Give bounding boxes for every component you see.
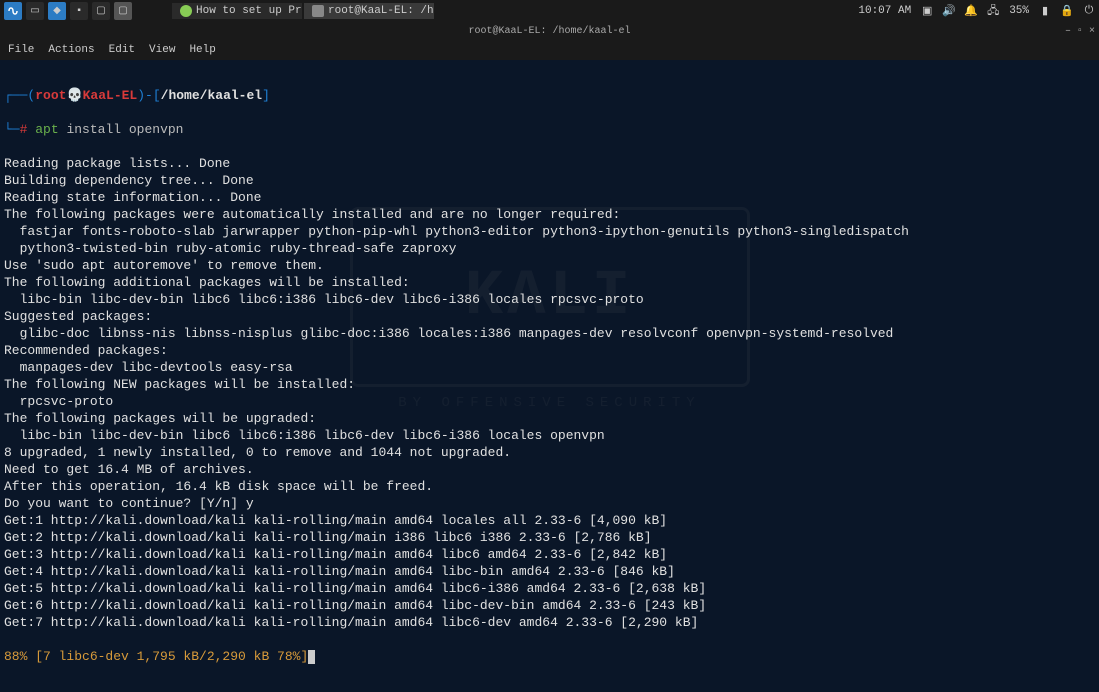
app-menu-icon[interactable]: [4, 2, 22, 20]
network-icon[interactable]: 🖧: [987, 5, 999, 17]
menu-actions[interactable]: Actions: [48, 44, 94, 56]
close-icon[interactable]: ×: [1089, 26, 1095, 37]
menu-help[interactable]: Help: [189, 44, 215, 56]
command-binary: apt: [35, 122, 58, 137]
lock-icon[interactable]: 🔒: [1061, 5, 1073, 17]
terminal-line: Get:4 http://kali.download/kali kali-rol…: [4, 563, 1095, 580]
terminal-line: Get:5 http://kali.download/kali kali-rol…: [4, 580, 1095, 597]
terminal-line: Recommended packages:: [4, 342, 1095, 359]
terminal-line: The following packages were automaticall…: [4, 206, 1095, 223]
terminal-favicon-icon: [312, 5, 324, 17]
terminal-line: fastjar fonts-roboto-slab jarwrapper pyt…: [4, 223, 1095, 240]
terminal-line: Get:2 http://kali.download/kali kali-rol…: [4, 529, 1095, 546]
terminal-line: python3-twisted-bin ruby-atomic ruby-thr…: [4, 240, 1095, 257]
window-tab-terminal[interactable]: root@KaaL-EL: /home/k...: [304, 3, 434, 19]
protonvpn-favicon-icon: [180, 5, 192, 17]
system-taskbar: ▭ ◆ ▪ ▢ ▢ How to set up ProtonVP... root…: [0, 0, 1099, 22]
prompt-path: /home/kaal-el: [161, 88, 262, 103]
window-tab-label: root@KaaL-EL: /home/k...: [328, 5, 434, 17]
battery-percent[interactable]: 35%: [1009, 5, 1029, 17]
terminal-line: Get:6 http://kali.download/kali kali-rol…: [4, 597, 1095, 614]
system-tray: 10:07 AM ▣ 🔊 🔔 🖧 35% ▮ 🔒 ⏻: [858, 5, 1095, 17]
clock[interactable]: 10:07 AM: [858, 5, 911, 17]
terminal-line: Get:7 http://kali.download/kali kali-rol…: [4, 614, 1095, 631]
terminal-line: Need to get 16.4 MB of archives.: [4, 461, 1095, 478]
terminal-line: libc-bin libc-dev-bin libc6 libc6:i386 l…: [4, 291, 1095, 308]
terminal-output: Reading package lists... DoneBuilding de…: [4, 155, 1095, 631]
prompt-hash: #: [20, 122, 28, 137]
terminal-menubar: File Actions Edit View Help: [0, 40, 1099, 60]
workspace-1-icon[interactable]: ▢: [92, 2, 110, 20]
terminal-line: 8 upgraded, 1 newly installed, 0 to remo…: [4, 444, 1095, 461]
skull-icon: 💀: [66, 88, 82, 103]
window-titlebar: root@KaaL-EL: /home/kaal-el – ▫ ×: [0, 22, 1099, 40]
terminal-line: Reading state information... Done: [4, 189, 1095, 206]
window-list: How to set up ProtonVP... root@KaaL-EL: …: [172, 3, 434, 19]
menu-file[interactable]: File: [8, 44, 34, 56]
file-manager-icon[interactable]: ▭: [26, 2, 44, 20]
terminal-line: The following packages will be upgraded:: [4, 410, 1095, 427]
window-title: root@KaaL-EL: /home/kaal-el: [468, 26, 630, 37]
maximize-icon[interactable]: ▫: [1077, 26, 1083, 37]
browser-icon[interactable]: ◆: [48, 2, 66, 20]
volume-icon[interactable]: 🔊: [943, 5, 955, 17]
terminal-line: The following NEW packages will be insta…: [4, 376, 1095, 393]
terminal-icon[interactable]: ▪: [70, 2, 88, 20]
terminal-line: rpcsvc-proto: [4, 393, 1095, 410]
terminal-line: The following additional packages will b…: [4, 274, 1095, 291]
command-args: install openvpn: [66, 122, 183, 137]
download-progress: 88% [7 libc6-dev 1,795 kB/2,290 kB 78%]: [4, 649, 308, 664]
terminal-line: After this operation, 16.4 kB disk space…: [4, 478, 1095, 495]
terminal-line: Do you want to continue? [Y/n] y: [4, 495, 1095, 512]
battery-icon[interactable]: ▮: [1039, 5, 1051, 17]
workspace-2-icon[interactable]: ▢: [114, 2, 132, 20]
terminal-line: libc-bin libc-dev-bin libc6 libc6:i386 l…: [4, 427, 1095, 444]
cursor: [308, 650, 315, 664]
terminal-line: Get:1 http://kali.download/kali kali-rol…: [4, 512, 1095, 529]
terminal-line: manpages-dev libc-devtools easy-rsa: [4, 359, 1095, 376]
menu-view[interactable]: View: [149, 44, 175, 56]
terminal-line: Suggested packages:: [4, 308, 1095, 325]
minimize-icon[interactable]: –: [1065, 26, 1071, 37]
terminal-line: glibc-doc libnss-nis libnss-nisplus glib…: [4, 325, 1095, 342]
notifications-icon[interactable]: 🔔: [965, 5, 977, 17]
prompt-user: root: [35, 88, 66, 103]
terminal-line: Get:3 http://kali.download/kali kali-rol…: [4, 546, 1095, 563]
record-icon[interactable]: ▣: [921, 5, 933, 17]
power-icon[interactable]: ⏻: [1083, 5, 1095, 17]
terminal-body[interactable]: ┌──(root💀KaaL-EL)-[/home/kaal-el] └─# ap…: [0, 60, 1099, 692]
prompt-host: KaaL-EL: [83, 88, 138, 103]
terminal-line: Reading package lists... Done: [4, 155, 1095, 172]
window-tab-browser[interactable]: How to set up ProtonVP...: [172, 3, 302, 19]
terminal-line: Building dependency tree... Done: [4, 172, 1095, 189]
terminal-line: Use 'sudo apt autoremove' to remove them…: [4, 257, 1095, 274]
menu-edit[interactable]: Edit: [109, 44, 135, 56]
window-tab-label: How to set up ProtonVP...: [196, 5, 302, 17]
